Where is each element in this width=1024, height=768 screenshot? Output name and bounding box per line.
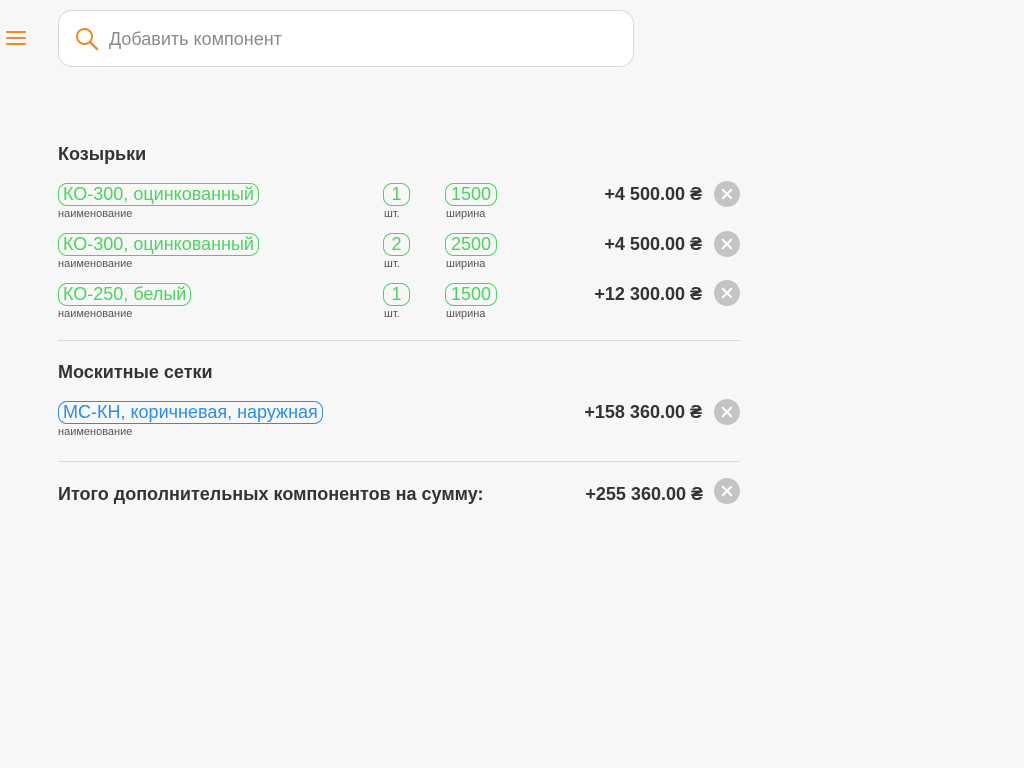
section-divider [58, 461, 740, 462]
section-title-kozyrki: Козырьки [58, 144, 147, 164]
remove-item-button[interactable] [714, 399, 740, 425]
item-qty-chip[interactable]: 1 [383, 283, 410, 306]
item-price: +158 360.00 ₴ [584, 402, 702, 422]
item-name-label: наименование [58, 258, 133, 270]
search-input[interactable] [109, 25, 609, 53]
item-name-label: наименование [58, 426, 133, 438]
menu-bar [6, 31, 26, 33]
item-name-label: наименование [58, 308, 133, 320]
item-width-chip[interactable]: 1500 [445, 283, 497, 306]
menu-bar [6, 43, 26, 45]
item-price: +4 500.00 ₴ [604, 234, 702, 254]
item-width-label: ширина [446, 208, 486, 220]
item-width-chip[interactable]: 1500 [445, 183, 497, 206]
item-price: +12 300.00 ₴ [594, 284, 702, 304]
item-qty-label: шт. [384, 258, 400, 270]
item-qty-label: шт. [384, 308, 400, 320]
menu-bar [6, 37, 26, 39]
total-label: Итого дополнительных компонентов на сумм… [58, 484, 484, 504]
item-width-chip[interactable]: 2500 [445, 233, 497, 256]
item-qty-chip[interactable]: 2 [383, 233, 410, 256]
section-divider [58, 340, 740, 341]
item-name-label: наименование [58, 208, 133, 220]
hamburger-menu-icon[interactable] [6, 30, 26, 46]
remove-item-button[interactable] [714, 231, 740, 257]
remove-all-button[interactable] [714, 478, 740, 504]
item-width-label: ширина [446, 258, 486, 270]
item-width-label: ширина [446, 308, 486, 320]
total-price: +255 360.00 ₴ [585, 484, 703, 504]
item-qty-label: шт. [384, 208, 400, 220]
remove-item-button[interactable] [714, 280, 740, 306]
item-name-chip[interactable]: КО-300, оцинкованный [58, 233, 259, 256]
item-qty-chip[interactable]: 1 [383, 183, 410, 206]
item-name-chip[interactable]: МС-КН, коричневая, наружная [58, 401, 323, 424]
remove-item-button[interactable] [714, 181, 740, 207]
item-price: +4 500.00 ₴ [604, 184, 702, 204]
search-box[interactable] [58, 10, 634, 67]
section-title-moskitnye-setki: Москитные сетки [58, 362, 213, 382]
item-name-chip[interactable]: КО-250, белый [58, 283, 192, 306]
item-name-chip[interactable]: КО-300, оцинкованный [58, 183, 259, 206]
search-icon [76, 28, 99, 51]
